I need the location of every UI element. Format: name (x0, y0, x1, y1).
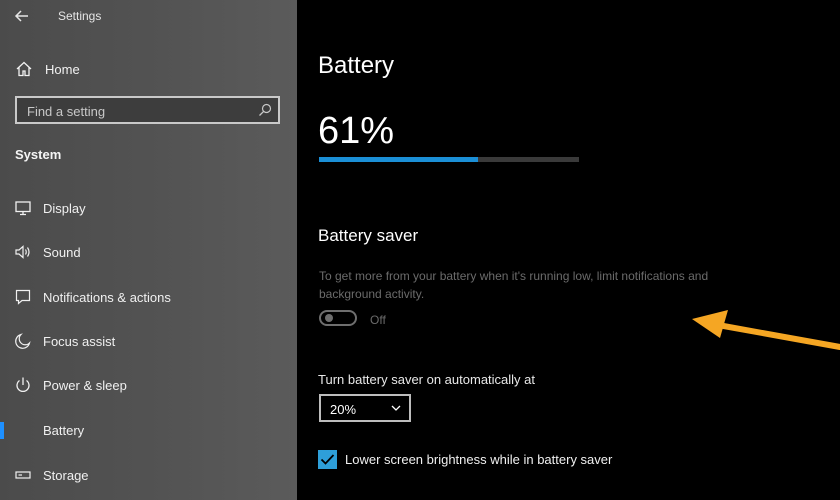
title-bar: Settings (0, 0, 297, 32)
home-icon (16, 61, 32, 77)
page-title: Battery (318, 52, 395, 79)
sidebar-item-storage[interactable]: Storage (0, 458, 297, 492)
battery-saver-toggle[interactable] (319, 310, 357, 326)
sidebar-item-notifications[interactable]: Notifications & actions (0, 280, 297, 314)
sidebar-item-label: Storage (43, 467, 89, 483)
toggle-state-label: Off (370, 313, 386, 327)
notification-icon (15, 289, 31, 305)
sidebar-item-battery[interactable]: Battery (0, 413, 297, 447)
speaker-icon (15, 245, 30, 259)
sidebar-item-display[interactable]: Display (0, 191, 297, 225)
auto-saver-label: Turn battery saver on automatically at (318, 372, 536, 387)
toggle-knob (325, 314, 333, 322)
power-icon (16, 377, 30, 392)
brightness-checkbox-label: Lower screen brightness while in battery… (345, 452, 613, 467)
battery-saver-description: To get more from your battery when it's … (319, 269, 709, 301)
brightness-option[interactable]: Lower screen brightness while in battery… (318, 450, 612, 469)
monitor-icon (15, 201, 31, 216)
battery-level-fill (319, 157, 478, 162)
app-title: Settings (58, 9, 102, 23)
auto-saver-threshold-select[interactable]: 20% (319, 394, 411, 422)
sidebar-item-label: Power & sleep (43, 377, 127, 393)
sidebar-item-focus-assist[interactable]: Focus assist (0, 324, 297, 358)
section-title-system: System (15, 147, 62, 162)
chevron-down-icon (391, 405, 401, 411)
sidebar-item-label: Notifications & actions (43, 289, 171, 305)
moon-icon (15, 333, 31, 349)
search-input[interactable]: Find a setting (15, 96, 280, 124)
sidebar-item-label: Display (43, 200, 86, 216)
battery-saver-heading: Battery saver (318, 226, 419, 245)
search-icon (259, 103, 272, 116)
sidebar-item-sound[interactable]: Sound (0, 235, 297, 269)
select-value: 20% (330, 402, 357, 417)
sidebar-item-label: Sound (43, 244, 81, 260)
sidebar-item-label: Focus assist (43, 333, 116, 349)
brightness-checkbox[interactable] (318, 450, 337, 469)
search-placeholder: Find a setting (27, 104, 106, 119)
checkmark-icon (320, 454, 335, 465)
home-link[interactable]: Home (15, 58, 80, 80)
back-arrow-icon[interactable] (12, 6, 32, 26)
annotation-arrow-icon (692, 310, 840, 350)
sidebar: Settings Home Find a setting System Disp… (0, 0, 297, 500)
home-label: Home (45, 61, 80, 77)
sidebar-item-label: Battery (43, 422, 85, 438)
battery-level-bar (319, 157, 579, 162)
sidebar-item-power-sleep[interactable]: Power & sleep (0, 368, 297, 402)
storage-icon (15, 471, 31, 479)
main-panel: Battery 61% Battery saver To get more fr… (297, 0, 840, 500)
battery-percentage: 61% (318, 110, 395, 152)
